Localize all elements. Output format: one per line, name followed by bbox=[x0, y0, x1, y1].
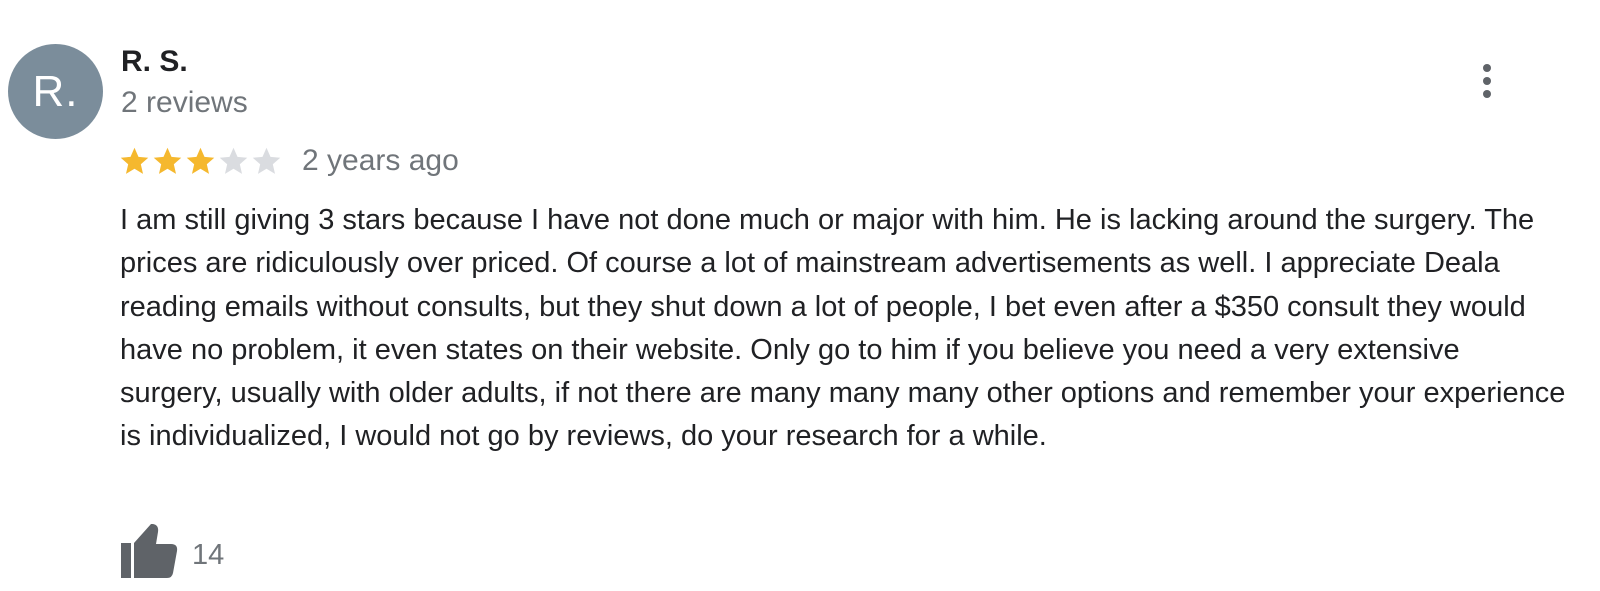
star-filled-icon bbox=[153, 147, 182, 174]
review-text: I am still giving 3 stars because I have… bbox=[120, 204, 1566, 453]
star-empty-icon bbox=[219, 147, 248, 174]
star-rating bbox=[118, 145, 283, 178]
avatar[interactable]: R. bbox=[8, 44, 103, 139]
star-filled-icon bbox=[120, 147, 149, 174]
author-name[interactable]: R. S. bbox=[121, 45, 188, 79]
like-row: 14 bbox=[120, 524, 224, 578]
author-review-count[interactable]: 2 reviews bbox=[121, 86, 248, 120]
star-filled-icon bbox=[186, 147, 215, 174]
rating-row: 2 years ago bbox=[118, 143, 459, 179]
more-options-button[interactable] bbox=[1468, 58, 1506, 104]
review-date: 2 years ago bbox=[302, 144, 459, 177]
thumb-up-icon[interactable] bbox=[120, 524, 178, 578]
like-count: 14 bbox=[192, 538, 225, 571]
more-vert-icon bbox=[1483, 64, 1491, 98]
star-empty-icon bbox=[252, 147, 281, 174]
avatar-initials: R. bbox=[32, 66, 79, 116]
